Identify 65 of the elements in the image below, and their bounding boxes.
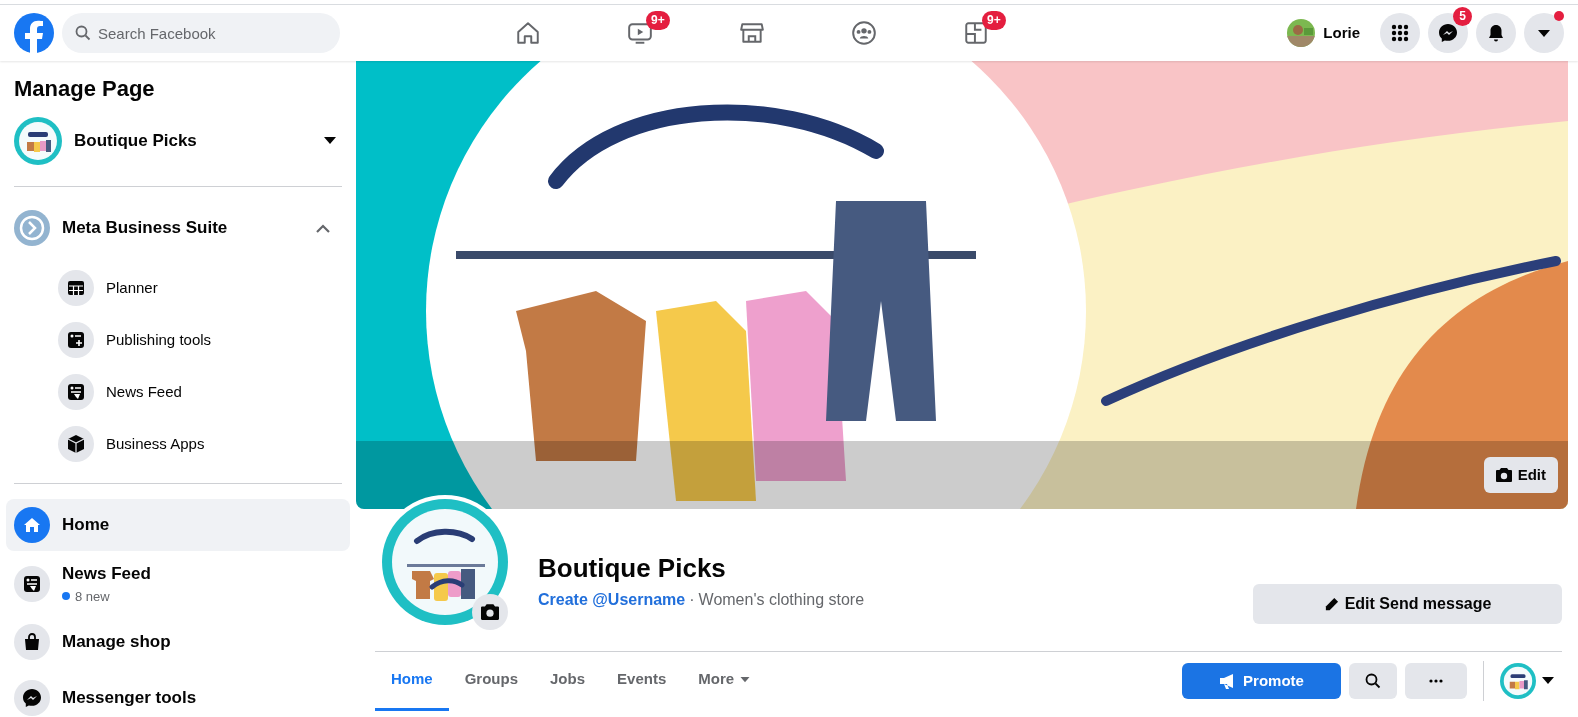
edit-send-message-button[interactable]: Edit Send message bbox=[1253, 584, 1562, 624]
nav-tab[interactable]: 9+ bbox=[920, 5, 1032, 61]
page-switcher[interactable]: Boutique Picks bbox=[6, 111, 350, 171]
pencil-icon bbox=[1323, 596, 1339, 612]
profile-chip[interactable]: Lorie bbox=[1285, 15, 1372, 51]
menu-item[interactable]: Business Apps bbox=[6, 418, 350, 470]
home-icon bbox=[22, 515, 42, 535]
gaming-icon bbox=[963, 20, 989, 46]
menu-item[interactable]: Publishing tools bbox=[6, 314, 350, 366]
nav-tab[interactable]: 9+ bbox=[584, 5, 696, 61]
business-suite-icon bbox=[14, 210, 50, 246]
page-tab[interactable]: Home bbox=[375, 651, 449, 711]
camera-icon bbox=[481, 604, 499, 620]
suite-label: Meta Business Suite bbox=[62, 217, 228, 240]
apps-grid-icon bbox=[1390, 23, 1410, 43]
search-icon bbox=[75, 25, 91, 41]
caret-icon bbox=[1542, 677, 1554, 685]
video-icon bbox=[627, 20, 653, 46]
username-link[interactable]: Create @Username bbox=[538, 588, 686, 612]
caret-icon bbox=[740, 676, 751, 683]
new-count: 8 new bbox=[75, 587, 110, 606]
sidebar-item[interactable]: Messenger tools bbox=[6, 672, 350, 717]
publishing-icon bbox=[66, 330, 86, 350]
news-feed-icon bbox=[66, 382, 86, 402]
suite-header[interactable]: Meta Business Suite bbox=[6, 202, 350, 254]
notification-badge: 5 bbox=[1453, 7, 1472, 26]
messenger-icon bbox=[1438, 23, 1458, 43]
page-name: Boutique Picks bbox=[74, 130, 197, 153]
search-field[interactable]: Search Facebook bbox=[62, 13, 340, 53]
sidebar-item[interactable]: Home bbox=[6, 499, 350, 551]
sidebar-item[interactable]: Manage shop bbox=[6, 616, 350, 668]
home-icon bbox=[515, 20, 541, 46]
apps-grid-button[interactable] bbox=[1380, 13, 1420, 53]
promote-button[interactable]: Promote bbox=[1182, 663, 1341, 699]
cube-icon bbox=[66, 434, 86, 454]
separator: · bbox=[689, 590, 695, 610]
search-button[interactable] bbox=[1349, 663, 1397, 699]
page-tab[interactable]: Events bbox=[601, 651, 683, 711]
facebook-logo-icon[interactable] bbox=[14, 13, 54, 53]
search-icon bbox=[1365, 673, 1381, 689]
page-title: Boutique Picks bbox=[538, 552, 727, 584]
messenger-icon bbox=[22, 688, 42, 708]
caret-icon bbox=[324, 137, 336, 145]
menu-item[interactable]: News Feed bbox=[6, 366, 350, 418]
more-icon bbox=[1429, 679, 1443, 683]
calendar-icon bbox=[66, 278, 86, 298]
shopping-bag-icon bbox=[22, 632, 42, 652]
bell-button[interactable] bbox=[1476, 13, 1516, 53]
page-category: Women's clothing store bbox=[698, 590, 865, 610]
news-feed-icon bbox=[22, 573, 42, 594]
bell-icon bbox=[1486, 23, 1506, 43]
storefront-icon bbox=[739, 20, 765, 46]
account-name: Lorie bbox=[1323, 22, 1360, 43]
sidebar-title: Manage Page bbox=[13, 75, 156, 103]
page-tab[interactable]: Jobs bbox=[534, 651, 602, 711]
messenger-button[interactable] bbox=[1428, 13, 1468, 53]
page-tab[interactable]: Groups bbox=[448, 651, 535, 711]
caret-button[interactable] bbox=[1524, 13, 1564, 53]
page-tab[interactable]: More bbox=[682, 651, 767, 711]
sidebar-item[interactable]: News Feed 8 new bbox=[6, 555, 350, 612]
camera-button[interactable] bbox=[472, 594, 508, 630]
notification-badge: 9+ bbox=[646, 11, 670, 30]
menu-item[interactable]: Planner bbox=[6, 262, 350, 314]
groups-icon bbox=[851, 20, 877, 46]
notification-badge: 9+ bbox=[982, 11, 1006, 30]
